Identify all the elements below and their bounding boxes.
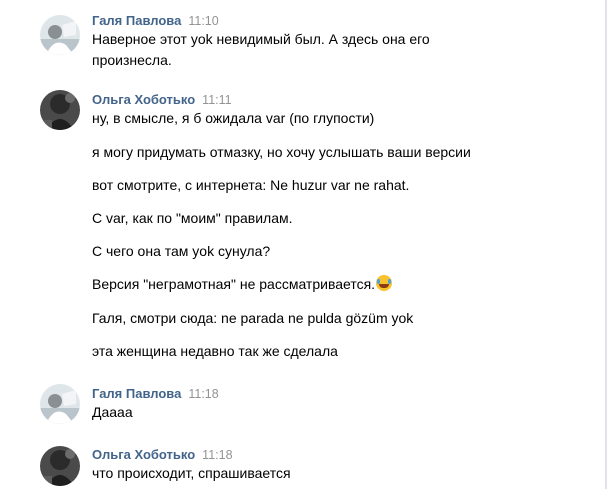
avatar-photo-icon: [40, 446, 80, 486]
avatar[interactable]: [40, 384, 80, 424]
author-name[interactable]: Ольга Хоботько: [92, 92, 195, 107]
avatar[interactable]: [40, 15, 80, 55]
message-text: Наверное этот yok невидимый был. А здесь…: [92, 31, 430, 47]
message-time[interactable]: 11:11: [202, 93, 231, 107]
author-line: Галя Павлова 11:18: [92, 386, 219, 402]
message-text: С var, как по "моим" правилам.: [92, 210, 293, 226]
author-line: Ольга Хоботько 11:11: [92, 92, 232, 108]
message-time[interactable]: 11:18: [202, 448, 232, 462]
message-text: вот смотрите, с интернета: Ne huzur var …: [92, 177, 410, 193]
message-text: Версия "неграмотная" не рассматривается.: [92, 274, 393, 294]
avatar-photo-icon: [40, 90, 80, 130]
author-name[interactable]: Галя Павлова: [92, 13, 181, 28]
author-name[interactable]: Ольга Хоботько: [92, 447, 195, 462]
message-time[interactable]: 11:18: [188, 387, 218, 401]
message-text: Галя, смотри сюда: ne parada ne pulda gö…: [92, 310, 414, 326]
author-line: Ольга Хоботько 11:18: [92, 447, 233, 463]
avatar-photo-icon: [40, 384, 80, 424]
message-text-content: Версия "неграмотная" не рассматривается.: [92, 276, 376, 292]
message-text: Даааа: [92, 404, 133, 420]
avatar[interactable]: [40, 90, 80, 130]
author-line: Галя Павлова 11:10: [92, 13, 219, 29]
avatar-photo-icon: [40, 15, 80, 55]
message-text: эта женщина недавно так же сделала: [92, 343, 338, 359]
message-text: я могу придумать отмазку, но хочу услыша…: [92, 144, 471, 160]
message-text: произнесла.: [92, 52, 172, 68]
message-text: ну, в смысле, я б ожидала var (по глупос…: [92, 110, 375, 126]
author-name[interactable]: Галя Павлова: [92, 386, 181, 401]
avatar[interactable]: [40, 446, 80, 486]
message-text: что происходит, спрашивается: [92, 465, 291, 481]
message-text: С чего она там yok сунула?: [92, 243, 271, 259]
face-with-tears-of-joy-icon: [376, 275, 393, 291]
message-time[interactable]: 11:10: [188, 14, 218, 28]
